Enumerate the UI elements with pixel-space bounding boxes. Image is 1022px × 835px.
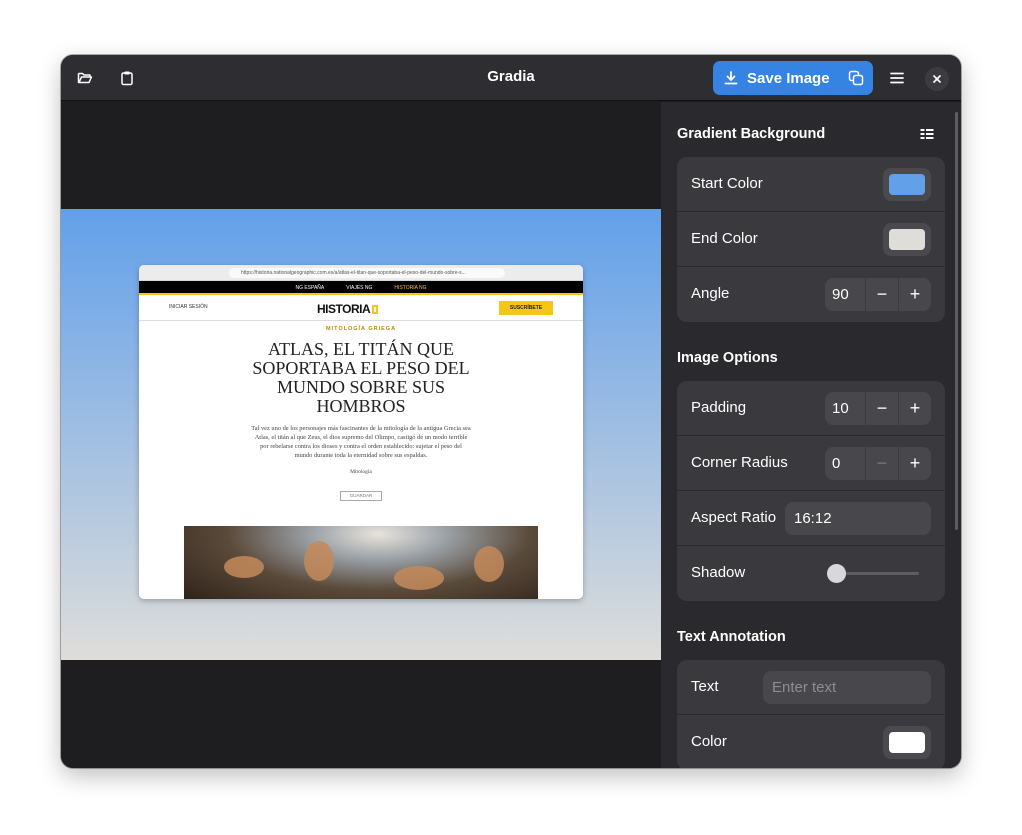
- padding-value[interactable]: 10: [832, 400, 849, 417]
- site-nav-item: HISTORIA NG: [394, 285, 427, 291]
- shadow-slider[interactable]: [827, 564, 919, 583]
- text-row: Text Enter text: [677, 660, 945, 715]
- site-subscribe: SUSCRÍBETE: [499, 301, 553, 315]
- article-tag: Mitología: [350, 469, 372, 475]
- corner-radius-value[interactable]: 0: [832, 455, 840, 472]
- sidebar-scrollbar[interactable]: [955, 112, 958, 530]
- site-nav-item: VIAJES NG: [346, 285, 373, 291]
- shadow-slider-handle[interactable]: [827, 564, 846, 583]
- corner-radius-decrease-button[interactable]: −: [865, 447, 898, 480]
- text-label: Text: [691, 678, 719, 695]
- text-color-row: Color: [677, 715, 945, 768]
- header-bar: Gradia Save Image: [61, 55, 961, 101]
- gradient-preview: https://historia.nationalgeographic.com.…: [61, 209, 661, 660]
- download-icon: [723, 70, 739, 86]
- padding-spinbutton: 10 − +: [825, 392, 931, 425]
- app-window: Gradia Save Image https://historia.natio…: [61, 55, 961, 768]
- gradient-presets-button[interactable]: [919, 126, 935, 142]
- end-color-swatch: [889, 229, 925, 250]
- site-login: INICIAR SESIÓN: [169, 304, 208, 310]
- start-color-swatch: [889, 174, 925, 195]
- end-color-label: End Color: [691, 230, 758, 247]
- padding-label: Padding: [691, 399, 747, 416]
- corner-radius-row: Corner Radius 0 − +: [677, 436, 945, 491]
- corner-radius-increase-button[interactable]: +: [898, 447, 931, 480]
- settings-sidebar: Gradient Background Start Color End Colo…: [661, 102, 961, 768]
- close-icon: [932, 74, 942, 84]
- aspect-ratio-row: Aspect Ratio 16:12: [677, 491, 945, 546]
- gradient-section-title: Gradient Background: [677, 126, 826, 142]
- article-kicker: MITOLOGÍA GRIEGA: [325, 326, 397, 332]
- article-title: ATLAS, EL TITÁN QUE SOPORTABA EL PESO DE…: [252, 339, 470, 416]
- angle-row: Angle 90 − +: [677, 267, 945, 322]
- text-color-swatch: [889, 732, 925, 753]
- preview-canvas: https://historia.nationalgeographic.com.…: [61, 102, 661, 768]
- corner-radius-spinbutton: 0 − +: [825, 447, 931, 480]
- angle-decrease-button[interactable]: −: [865, 278, 898, 311]
- start-color-label: Start Color: [691, 175, 763, 192]
- start-color-button[interactable]: [883, 168, 931, 201]
- padding-row: Padding 10 − +: [677, 381, 945, 436]
- gradient-group: Start Color End Color Angle 90 − +: [677, 157, 945, 322]
- angle-value[interactable]: 90: [832, 286, 849, 303]
- padding-decrease-button[interactable]: −: [865, 392, 898, 425]
- text-color-button[interactable]: [883, 726, 931, 759]
- end-color-button[interactable]: [883, 223, 931, 256]
- aspect-ratio-label: Aspect Ratio: [691, 509, 777, 526]
- main-menu-button[interactable]: [882, 63, 912, 93]
- save-image-button-group: Save Image: [713, 61, 873, 95]
- browser-url: https://historia.nationalgeographic.com.…: [229, 268, 505, 278]
- browser-toolbar: https://historia.nationalgeographic.com.…: [139, 265, 583, 281]
- end-color-row: End Color: [677, 212, 945, 267]
- article-painting: [184, 526, 538, 599]
- save-image-label: Save Image: [747, 69, 830, 87]
- shadow-row: Shadow: [677, 546, 945, 601]
- angle-label: Angle: [691, 285, 730, 302]
- close-button[interactable]: [925, 67, 949, 91]
- hamburger-menu-icon: [889, 70, 905, 86]
- image-options-group: Padding 10 − + Corner Radius 0 − + Aspec…: [677, 381, 945, 601]
- angle-increase-button[interactable]: +: [898, 278, 931, 311]
- angle-spinbutton: 90 − +: [825, 278, 931, 311]
- shadow-label: Shadow: [691, 564, 746, 581]
- site-nav: NG ESPAÑA VIAJES NG HISTORIA NG: [139, 281, 583, 295]
- image-options-section-title: Image Options: [677, 350, 778, 366]
- site-nav-item: NG ESPAÑA: [295, 285, 325, 291]
- start-color-row: Start Color: [677, 157, 945, 212]
- corner-radius-label: Corner Radius: [691, 454, 788, 471]
- ng-logo-icon: [372, 305, 379, 315]
- copy-button[interactable]: [839, 61, 873, 95]
- text-annotation-section-title: Text Annotation: [677, 629, 786, 645]
- text-input[interactable]: Enter text: [763, 671, 931, 704]
- aspect-ratio-field[interactable]: 16:12: [785, 502, 931, 535]
- article-dek: Tal vez uno de los personajes más fascin…: [251, 425, 471, 459]
- screenshot-image: https://historia.nationalgeographic.com.…: [139, 265, 583, 599]
- text-color-label: Color: [691, 733, 727, 750]
- text-annotation-group: Text Enter text Color: [677, 660, 945, 768]
- site-logo: HISTORIA: [317, 302, 379, 316]
- save-image-button[interactable]: Save Image: [713, 61, 837, 95]
- site-header: INICIAR SESIÓN HISTORIA SUSCRÍBETE: [139, 295, 583, 321]
- site-logo-text: HISTORIA: [317, 302, 371, 316]
- copy-icon: [848, 70, 864, 86]
- padding-increase-button[interactable]: +: [898, 392, 931, 425]
- grid-presets-icon: [919, 126, 935, 142]
- article-save: GUARDAR: [340, 491, 382, 501]
